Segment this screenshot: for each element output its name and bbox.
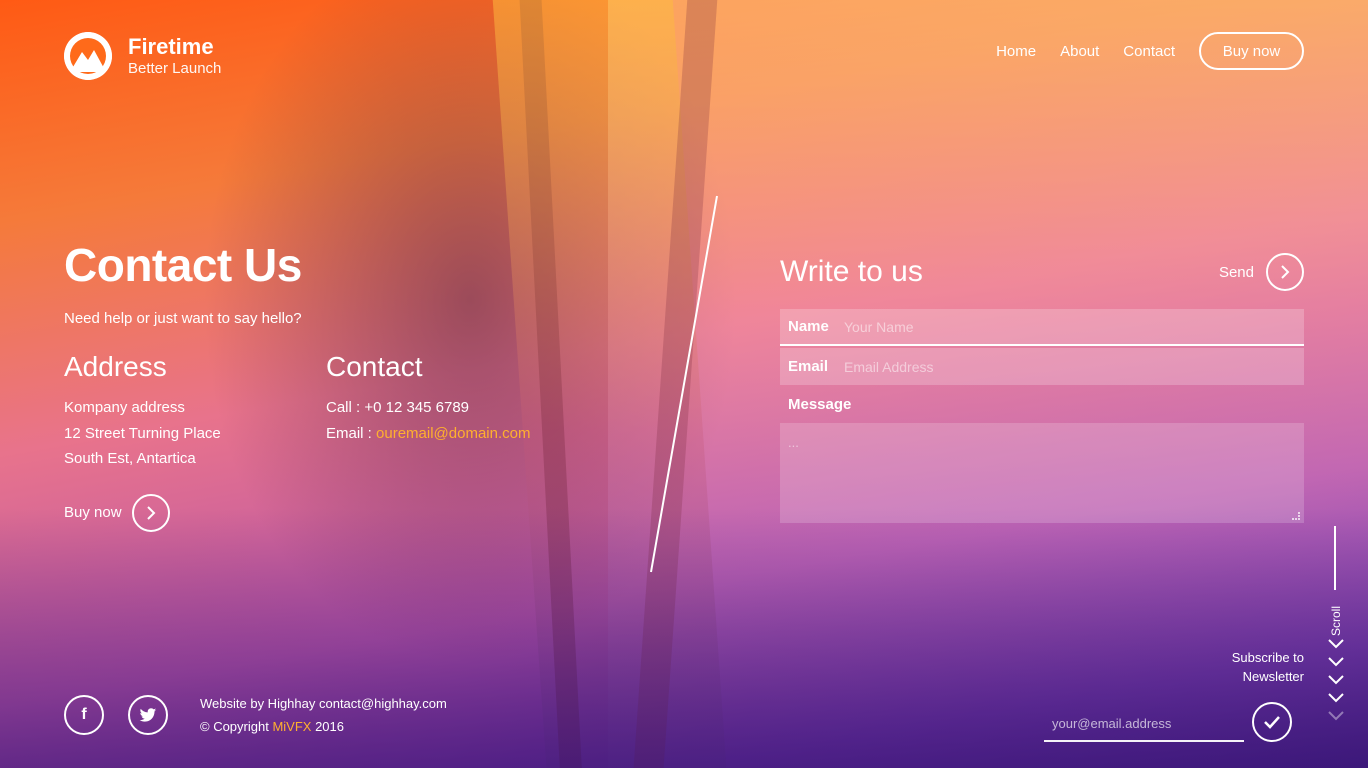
address-line: Kompany address bbox=[64, 399, 185, 416]
checkmark-icon[interactable] bbox=[1252, 702, 1292, 742]
buy-now-button[interactable]: Buy now bbox=[64, 493, 624, 532]
scroll-label: Scroll bbox=[1329, 606, 1343, 637]
contact-heading: Contact bbox=[326, 351, 423, 382]
footer: f Website by Highhay contact@highhay.com… bbox=[64, 692, 447, 738]
nav-home[interactable]: Home bbox=[996, 43, 1036, 60]
phone-number: +0 12 345 6789 bbox=[364, 399, 470, 416]
contact-block: Contact Call : +0 12 345 6789 Email : ou… bbox=[326, 349, 588, 472]
email-label: Email : bbox=[326, 424, 377, 442]
email-field[interactable]: Email Email Address bbox=[780, 348, 1304, 385]
scroll-line bbox=[1334, 526, 1336, 590]
mountain-logo-icon bbox=[64, 32, 112, 80]
address-block: Address Kompany address 12 Street Turnin… bbox=[64, 349, 326, 472]
phone-label: Call : bbox=[326, 399, 365, 416]
page-subtitle: Need help or just want to say hello? bbox=[64, 310, 302, 327]
email-placeholder: Email Address bbox=[844, 358, 934, 375]
page-title: Contact Us bbox=[64, 239, 302, 291]
address-heading: Address bbox=[64, 351, 167, 382]
credits: Website by Highhay contact@highhay.com ©… bbox=[200, 692, 447, 738]
brand-name: Firetime bbox=[128, 34, 214, 59]
contact-form: Write to us Send Name Your Name Email Em… bbox=[780, 250, 1304, 523]
main-nav: Home About Contact Buy now bbox=[972, 32, 1304, 70]
website-credit: Website by Highhay contact@highhay.com bbox=[200, 696, 447, 711]
brand-tagline: Better Launch bbox=[128, 60, 222, 77]
email-link[interactable]: ouremail@domain.com bbox=[376, 425, 530, 442]
chevron-right-icon bbox=[131, 493, 170, 532]
resize-grip-icon[interactable] bbox=[1292, 512, 1300, 520]
nav-about[interactable]: About bbox=[1060, 43, 1099, 60]
send-button[interactable]: Send bbox=[1219, 253, 1304, 291]
newsletter-label: Subscribe to Newsletter bbox=[1044, 648, 1304, 686]
scroll-indicator[interactable]: Scroll bbox=[1326, 526, 1346, 727]
newsletter: Subscribe to Newsletter your@email.addre… bbox=[1044, 648, 1304, 742]
message-textarea[interactable]: ... bbox=[780, 423, 1304, 523]
message-label: Message bbox=[788, 395, 852, 413]
address-line: South Est, Antartica bbox=[64, 450, 196, 467]
email-field-label: Email bbox=[788, 358, 829, 375]
copyright-prefix: © Copyright bbox=[200, 719, 273, 734]
name-placeholder: Your Name bbox=[844, 318, 914, 335]
name-field[interactable]: Name Your Name bbox=[780, 309, 1304, 346]
facebook-icon[interactable]: f bbox=[64, 695, 104, 735]
name-label: Name bbox=[788, 318, 829, 335]
copyright: © Copyright MiVFX 2016 bbox=[200, 715, 447, 738]
email-line: Email : ouremail@domain.com bbox=[326, 421, 588, 447]
chevron-down-icon bbox=[1328, 639, 1344, 721]
nav-buy-button[interactable]: Buy now bbox=[1199, 32, 1304, 70]
copyright-brand-link[interactable]: MiVFX bbox=[272, 719, 311, 734]
contact-info: Contact Us Need help or just want to say… bbox=[64, 238, 624, 532]
logo[interactable]: Firetime Better Launch bbox=[64, 32, 221, 80]
nav-contact[interactable]: Contact bbox=[1123, 43, 1175, 60]
newsletter-label-line: Newsletter bbox=[1242, 669, 1304, 684]
send-label: Send bbox=[1218, 263, 1254, 281]
header: Firetime Better Launch Home About Contac… bbox=[0, 0, 1368, 100]
newsletter-label-line: Subscribe to bbox=[1231, 650, 1304, 665]
newsletter-email-input[interactable]: your@email.address bbox=[1044, 706, 1244, 742]
twitter-icon[interactable] bbox=[128, 695, 168, 735]
message-placeholder: ... bbox=[788, 435, 799, 450]
phone-line: Call : +0 12 345 6789 bbox=[326, 395, 588, 421]
chevron-right-icon bbox=[1266, 253, 1304, 291]
form-title: Write to us bbox=[780, 255, 923, 288]
newsletter-placeholder: your@email.address bbox=[1052, 715, 1172, 731]
address-line: 12 Street Turning Place bbox=[64, 424, 221, 442]
buy-now-label: Buy now bbox=[64, 504, 122, 521]
copyright-year: 2016 bbox=[311, 719, 344, 734]
